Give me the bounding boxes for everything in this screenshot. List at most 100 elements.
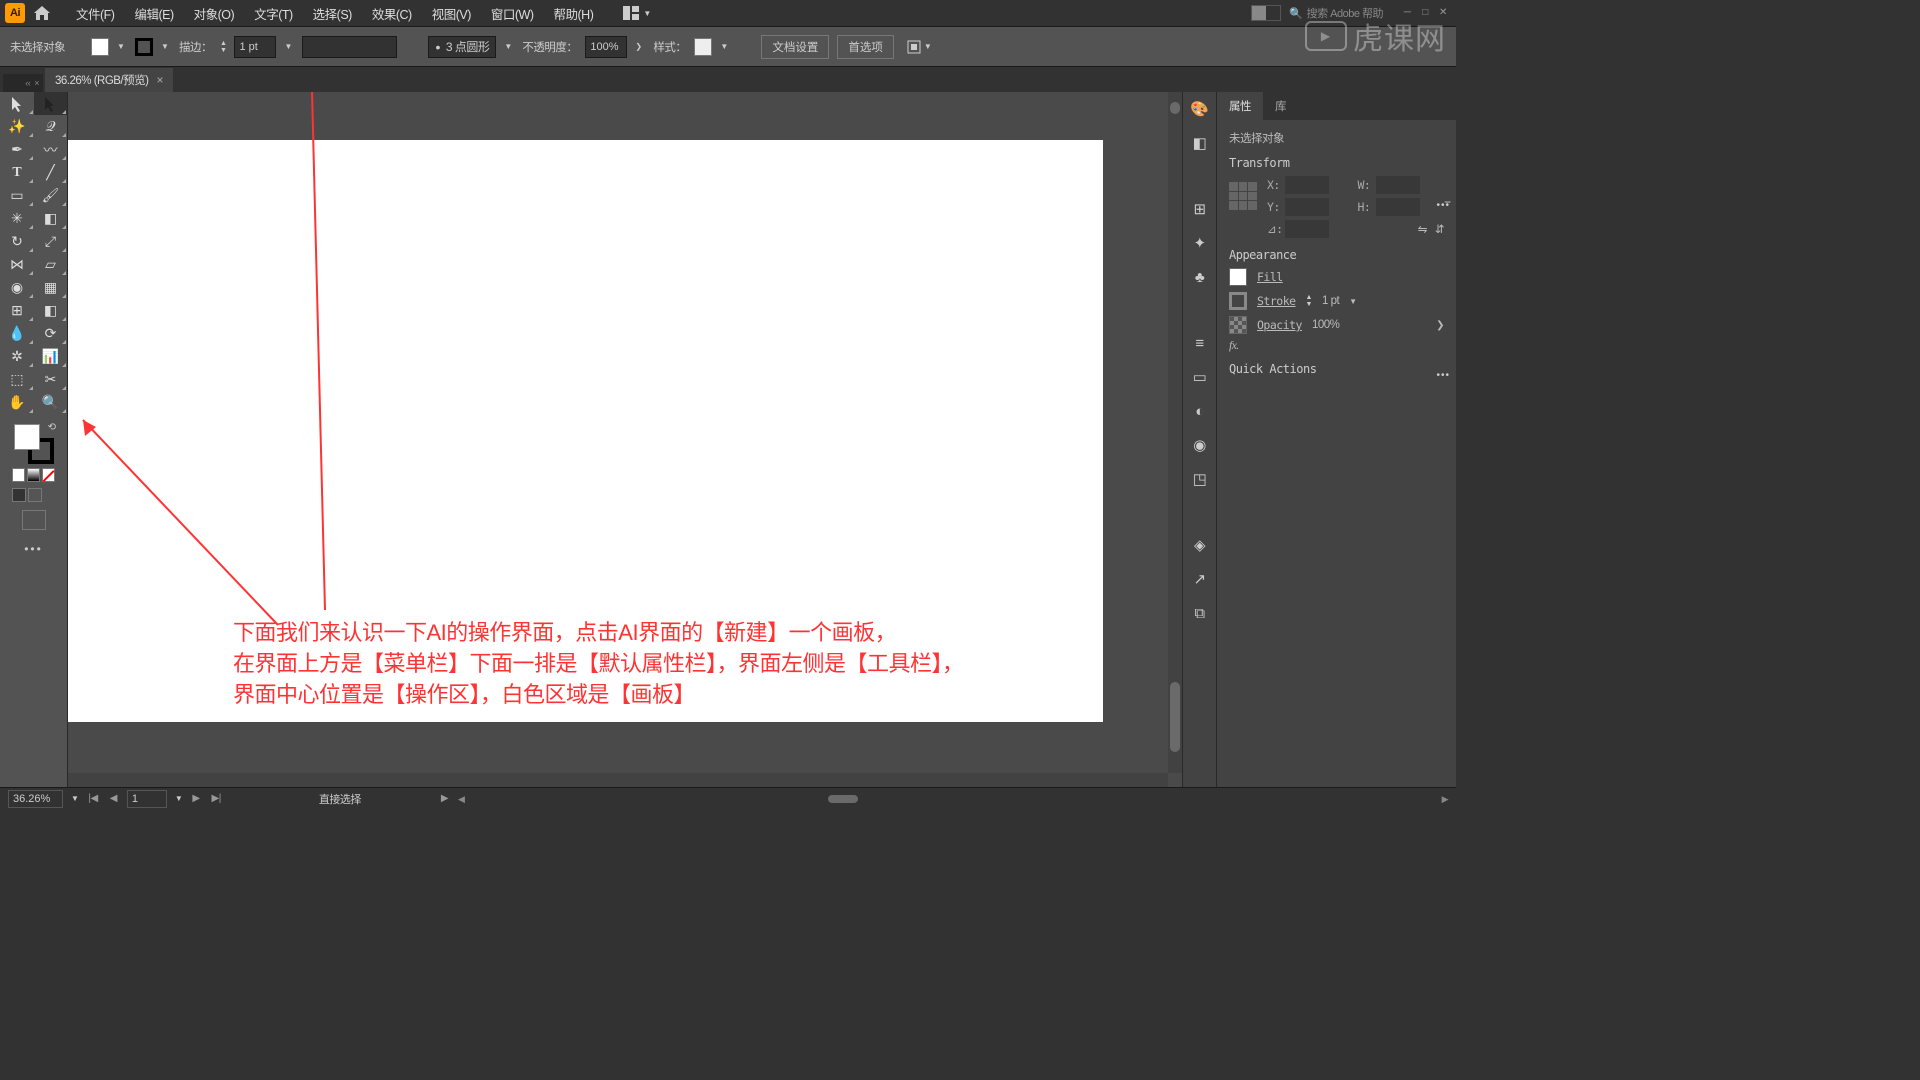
align-to-icon[interactable]: ▼ bbox=[906, 39, 931, 55]
appearance-opacity-label[interactable]: Opacity bbox=[1257, 318, 1302, 332]
zoom-input[interactable] bbox=[8, 790, 63, 808]
brush-selector[interactable]: • 3 点圆形 bbox=[428, 36, 496, 58]
stroke-dropdown-icon[interactable]: ▼ bbox=[161, 42, 171, 51]
fill-swatch[interactable] bbox=[91, 38, 109, 56]
pen-tool[interactable]: ✒ bbox=[0, 138, 34, 161]
stroke-weight-dropdown-icon[interactable]: ▼ bbox=[284, 42, 294, 51]
opacity-flyout-icon[interactable]: ❯ bbox=[1436, 320, 1444, 331]
scale-tool[interactable]: ⤢ bbox=[34, 230, 68, 253]
paintbrush-tool[interactable]: 🖌 bbox=[34, 184, 68, 207]
mesh-tool[interactable]: ⊞ bbox=[0, 299, 34, 322]
flip-horizontal-icon[interactable]: ⇋ bbox=[1418, 222, 1427, 236]
shape-builder-tool[interactable]: ◉ bbox=[0, 276, 34, 299]
transform-w-input[interactable] bbox=[1376, 176, 1420, 194]
magic-wand-tool[interactable]: ✨ bbox=[0, 115, 34, 138]
edit-toolbar-icon[interactable]: ••• bbox=[0, 536, 67, 562]
workspace-switcher-icon[interactable] bbox=[1251, 5, 1281, 21]
shaper-tool[interactable]: ✳ bbox=[0, 207, 34, 230]
preferences-button[interactable]: 首选项 bbox=[837, 35, 894, 59]
none-mode-icon[interactable] bbox=[42, 468, 55, 482]
horizontal-scrollbar[interactable] bbox=[68, 773, 1168, 787]
free-transform-tool[interactable]: ▱ bbox=[34, 253, 68, 276]
transform-angle-input[interactable] bbox=[1285, 220, 1329, 238]
fill-dropdown-icon[interactable]: ▼ bbox=[117, 42, 127, 51]
transparency-panel-icon[interactable]: ◐ bbox=[1189, 400, 1211, 422]
menu-object[interactable]: 对象(O) bbox=[184, 4, 245, 23]
selection-tool[interactable] bbox=[0, 92, 34, 115]
symbol-sprayer-tool[interactable]: ✲ bbox=[0, 345, 34, 368]
gradient-panel-icon[interactable]: ▭ bbox=[1189, 366, 1211, 388]
vertical-scrollbar[interactable] bbox=[1168, 92, 1182, 773]
status-scrollbar[interactable]: ◀ ▶ bbox=[458, 794, 1448, 804]
symbols-panel-icon[interactable]: ♣ bbox=[1189, 266, 1211, 288]
zoom-dropdown-icon[interactable]: ▼ bbox=[71, 794, 78, 803]
home-icon[interactable] bbox=[33, 4, 51, 22]
menu-effect[interactable]: 效果(C) bbox=[362, 4, 422, 23]
asset-export-icon[interactable]: ↗ bbox=[1189, 568, 1211, 590]
properties-tab[interactable]: 属性 bbox=[1217, 92, 1263, 120]
perspective-tool[interactable]: ▦ bbox=[34, 276, 68, 299]
reference-point-selector[interactable] bbox=[1229, 182, 1257, 210]
blend-tool[interactable]: ⟳ bbox=[34, 322, 68, 345]
menu-window[interactable]: 窗口(W) bbox=[481, 4, 544, 23]
menu-file[interactable]: 文件(F) bbox=[66, 4, 124, 23]
lasso-tool[interactable]: 𝒬 bbox=[34, 115, 68, 138]
menu-select[interactable]: 选择(S) bbox=[303, 4, 362, 23]
libraries-tab[interactable]: 库 bbox=[1263, 92, 1298, 120]
status-flyout-icon[interactable]: ▶ bbox=[439, 793, 450, 804]
next-artboard-icon[interactable]: ▶ bbox=[190, 793, 201, 804]
artboards-panel-icon[interactable]: ⧉ bbox=[1189, 602, 1211, 624]
type-tool[interactable]: T bbox=[0, 161, 34, 184]
slice-tool[interactable]: ✂ bbox=[34, 368, 68, 391]
swap-colors-icon[interactable]: ⟲ bbox=[48, 422, 56, 433]
width-tool[interactable]: ⋈ bbox=[0, 253, 34, 276]
fill-color-box[interactable] bbox=[14, 424, 40, 450]
brushes-panel-icon[interactable]: ✦ bbox=[1189, 232, 1211, 254]
fill-stroke-control[interactable]: ⟲ bbox=[14, 424, 54, 464]
appearance-stroke-swatch[interactable] bbox=[1229, 292, 1247, 310]
prev-artboard-icon[interactable]: ◀ bbox=[108, 793, 119, 804]
menu-edit[interactable]: 编辑(E) bbox=[124, 4, 183, 23]
menu-type[interactable]: 文字(T) bbox=[244, 4, 302, 23]
transform-more-icon[interactable]: ••• bbox=[1436, 200, 1450, 211]
opacity-input[interactable] bbox=[585, 36, 627, 58]
stroke-weight-input[interactable] bbox=[234, 36, 276, 58]
canvas-area[interactable]: ↖ 下面我们来认识一下AI的操作界面，点击AI界面的【新建】一个画板， 在界面上… bbox=[68, 92, 1182, 787]
color-guide-icon[interactable]: ◧ bbox=[1189, 132, 1211, 154]
style-dropdown-icon[interactable]: ▼ bbox=[720, 42, 730, 51]
color-panel-icon[interactable]: 🎨 bbox=[1189, 98, 1211, 120]
direct-selection-tool[interactable] bbox=[34, 92, 68, 115]
tab-close-icon[interactable]: × bbox=[156, 73, 163, 87]
last-artboard-icon[interactable]: ▶| bbox=[210, 793, 223, 804]
rectangle-tool[interactable]: ▭ bbox=[0, 184, 34, 207]
graph-tool[interactable]: 📊 bbox=[34, 345, 68, 368]
artboard-nav-input[interactable] bbox=[127, 790, 167, 808]
transform-x-input[interactable] bbox=[1285, 176, 1329, 194]
transform-y-input[interactable] bbox=[1285, 198, 1329, 216]
appearance-opacity-swatch[interactable] bbox=[1229, 316, 1247, 334]
hand-tool[interactable]: ✋ bbox=[0, 391, 34, 414]
fx-label[interactable]: fx. bbox=[1229, 340, 1239, 352]
appearance-more-icon[interactable]: ••• bbox=[1436, 370, 1450, 381]
graphic-styles-icon[interactable]: ◳ bbox=[1189, 468, 1211, 490]
draw-behind-icon[interactable] bbox=[28, 488, 42, 502]
swatches-panel-icon[interactable]: ⊞ bbox=[1189, 198, 1211, 220]
eraser-tool[interactable]: ◧ bbox=[34, 207, 68, 230]
gradient-mode-icon[interactable] bbox=[27, 468, 40, 482]
first-artboard-icon[interactable]: |◀ bbox=[86, 793, 99, 804]
curvature-tool[interactable]: 〰 bbox=[34, 138, 68, 161]
brush-dropdown-icon[interactable]: ▼ bbox=[504, 42, 514, 51]
collapsed-tab[interactable]: ‹‹ × bbox=[3, 74, 43, 92]
appearance-panel-icon[interactable]: ◉ bbox=[1189, 434, 1211, 456]
document-setup-button[interactable]: 文档设置 bbox=[761, 35, 829, 59]
stroke-swatch[interactable] bbox=[135, 38, 153, 56]
appearance-stroke-stepper[interactable]: ▲▼ bbox=[1306, 294, 1312, 308]
rotate-tool[interactable]: ↻ bbox=[0, 230, 34, 253]
artboard[interactable]: 下面我们来认识一下AI的操作界面，点击AI界面的【新建】一个画板， 在界面上方是… bbox=[68, 140, 1103, 722]
appearance-stroke-label[interactable]: Stroke bbox=[1257, 294, 1296, 308]
stroke-stepper[interactable]: ▲▼ bbox=[220, 40, 226, 54]
artboard-dropdown-icon[interactable]: ▼ bbox=[175, 794, 182, 803]
stroke-panel-icon[interactable]: ≡ bbox=[1189, 332, 1211, 354]
eyedropper-tool[interactable]: 💧 bbox=[0, 322, 34, 345]
menu-help[interactable]: 帮助(H) bbox=[544, 4, 604, 23]
